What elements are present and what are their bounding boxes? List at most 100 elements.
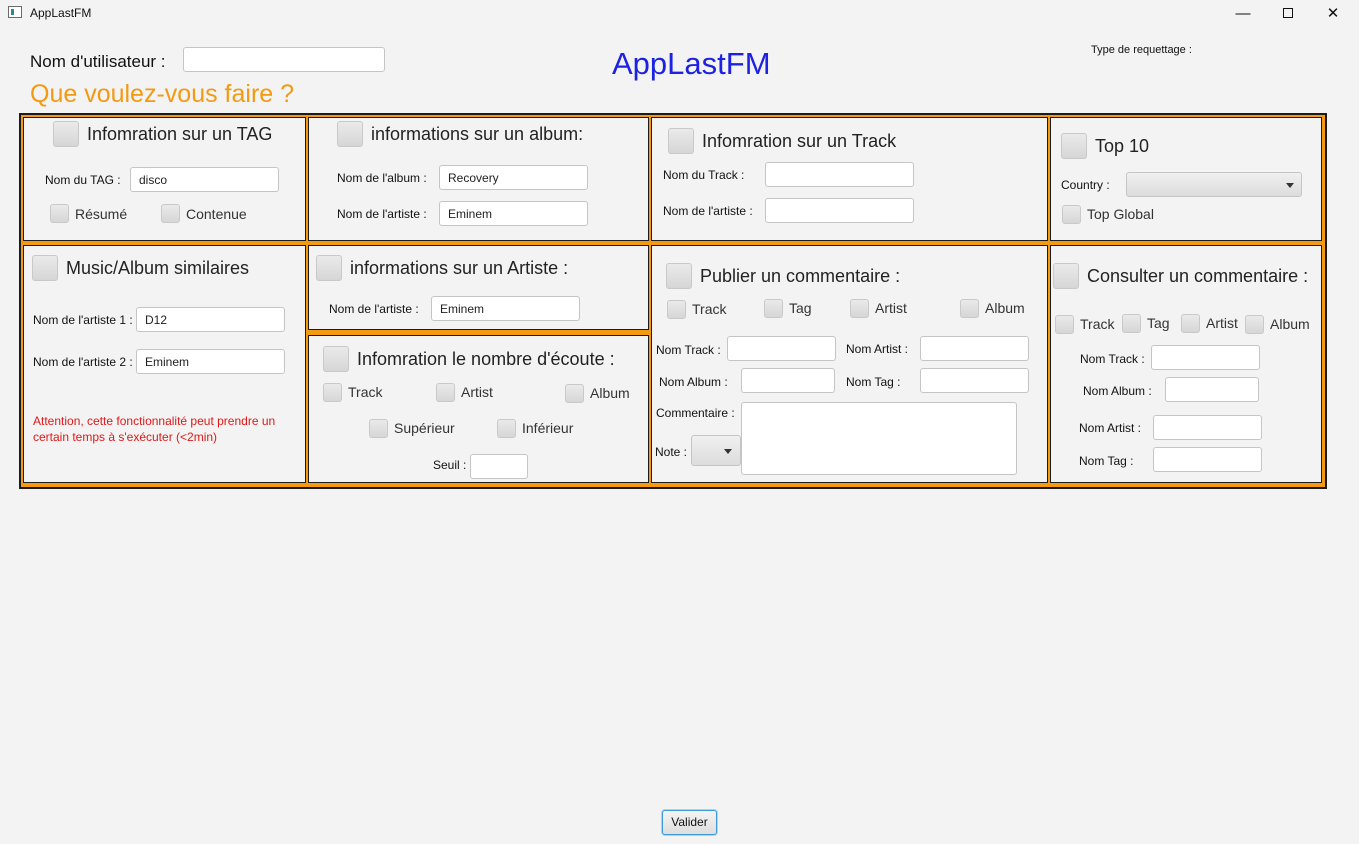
inferior-checkbox[interactable] — [497, 419, 516, 438]
username-input[interactable] — [183, 47, 385, 72]
publish-album-field-label: Nom Album : — [659, 375, 728, 389]
tag-name-label: Nom du TAG : — [45, 173, 121, 187]
listens-track-label: Track — [348, 384, 383, 400]
consult-checkbox[interactable] — [1053, 263, 1079, 289]
listens-artist-label: Artist — [461, 384, 493, 400]
consult-album-input[interactable] — [1165, 377, 1259, 402]
publish-album-input[interactable] — [741, 368, 835, 393]
album-name-input[interactable]: Recovery — [439, 165, 588, 190]
publish-artist-input[interactable] — [920, 336, 1029, 361]
publish-track-input[interactable] — [727, 336, 836, 361]
similar-checkbox[interactable] — [32, 255, 58, 281]
country-select[interactable] — [1126, 172, 1302, 197]
superior-checkbox[interactable] — [369, 419, 388, 438]
tag-name-input[interactable]: disco — [130, 167, 279, 192]
summary-label: Résumé — [75, 206, 128, 222]
note-select[interactable] — [691, 435, 741, 466]
publish-tag-input[interactable] — [920, 368, 1029, 393]
tag-info-checkbox[interactable] — [53, 121, 79, 147]
publish-title: Publier un commentaire : — [700, 266, 901, 286]
consult-tag-input[interactable] — [1153, 447, 1262, 472]
username-label: Nom d'utilisateur : — [30, 52, 166, 71]
publish-track-label: Track — [692, 301, 727, 317]
track-artist-input[interactable] — [765, 198, 914, 223]
artist1-input[interactable]: D12 — [136, 307, 285, 332]
listens-artist-checkbox[interactable] — [436, 383, 455, 402]
consult-album-checkbox[interactable] — [1245, 315, 1264, 334]
artist2-label: Nom de l'artiste 2 : — [33, 355, 133, 369]
track-info-checkbox[interactable] — [668, 128, 694, 154]
publish-artist-checkbox[interactable] — [850, 299, 869, 318]
consult-track-checkbox[interactable] — [1055, 315, 1074, 334]
publish-track-checkbox[interactable] — [667, 300, 686, 319]
album-name-label: Nom de l'album : — [337, 171, 427, 185]
maximize-button[interactable] — [1265, 0, 1311, 26]
consult-album-field-label: Nom Album : — [1083, 384, 1152, 398]
country-label: Country : — [1061, 178, 1110, 192]
listens-title: Infomration le nombre d'écoute : — [357, 349, 615, 369]
minimize-button[interactable]: — — [1220, 0, 1266, 26]
request-type-label: Type de requettage : — [1091, 44, 1192, 56]
top-global-label: Top Global — [1087, 206, 1154, 222]
album-info-title: informations sur un album: — [371, 124, 584, 144]
track-artist-label: Nom de l'artiste : — [663, 204, 753, 218]
publish-tag-label: Tag — [789, 300, 812, 316]
publish-track-field-label: Nom Track : — [656, 343, 721, 357]
track-info-title: Infomration sur un Track — [702, 131, 897, 151]
comment-textarea[interactable] — [741, 402, 1017, 475]
close-button[interactable]: ✕ — [1310, 0, 1356, 26]
publish-tag-checkbox[interactable] — [764, 299, 783, 318]
artist1-label: Nom de l'artiste 1 : — [33, 313, 133, 327]
consult-tag-field-label: Nom Tag : — [1079, 454, 1134, 468]
publish-album-checkbox[interactable] — [960, 299, 979, 318]
consult-title: Consulter un commentaire : — [1087, 266, 1309, 286]
listens-album-label: Album — [590, 385, 630, 401]
listens-checkbox[interactable] — [323, 346, 349, 372]
close-icon: ✕ — [1326, 5, 1340, 22]
consult-track-field-label: Nom Track : — [1080, 352, 1145, 366]
tag-info-title: Infomration sur un TAG — [87, 124, 273, 144]
artist-info-label: Nom de l'artiste : — [329, 302, 419, 316]
consult-artist-input[interactable] — [1153, 415, 1262, 440]
consult-track-input[interactable] — [1151, 345, 1260, 370]
similar-title: Music/Album similaires — [66, 258, 250, 278]
note-label: Note : — [655, 445, 688, 459]
track-name-input[interactable] — [765, 162, 914, 187]
threshold-label: Seuil : — [433, 458, 467, 472]
consult-artist-checkbox[interactable] — [1181, 314, 1200, 333]
top-global-checkbox[interactable] — [1062, 205, 1081, 224]
artist-info-input[interactable]: Eminem — [431, 296, 580, 321]
maximize-icon — [1283, 8, 1293, 18]
consult-tag-label: Tag — [1147, 315, 1170, 331]
window-title: AppLastFM — [30, 6, 92, 20]
publish-checkbox[interactable] — [666, 263, 692, 289]
threshold-input[interactable] — [470, 454, 528, 479]
top10-checkbox[interactable] — [1061, 133, 1087, 159]
publish-tag-field-label: Nom Tag : — [846, 375, 901, 389]
consult-album-label: Album — [1270, 316, 1310, 332]
content-checkbox[interactable] — [161, 204, 180, 223]
artist-info-title: informations sur un Artiste : — [350, 258, 569, 278]
question-heading: Que voulez-vous faire ? — [30, 80, 295, 108]
listens-album-checkbox[interactable] — [565, 384, 584, 403]
chevron-down-icon — [724, 449, 732, 454]
minimize-icon: — — [1235, 4, 1251, 22]
album-artist-input[interactable]: Eminem — [439, 201, 588, 226]
publish-artist-label: Artist — [875, 300, 907, 316]
comment-label: Commentaire : — [656, 406, 735, 420]
track-name-label: Nom du Track : — [663, 168, 745, 182]
album-artist-label: Nom de l'artiste : — [337, 207, 427, 221]
artist-info-checkbox[interactable] — [316, 255, 342, 281]
consult-artist-field-label: Nom Artist : — [1079, 421, 1142, 435]
artist2-input[interactable]: Eminem — [136, 349, 285, 374]
superior-label: Supérieur — [394, 420, 455, 436]
album-info-checkbox[interactable] — [337, 121, 363, 147]
listens-track-checkbox[interactable] — [323, 383, 342, 402]
title-bar — [0, 0, 1359, 26]
chevron-down-icon — [1286, 183, 1294, 188]
consult-tag-checkbox[interactable] — [1122, 314, 1141, 333]
submit-button[interactable]: Valider — [662, 810, 717, 835]
inferior-label: Inférieur — [522, 420, 574, 436]
summary-checkbox[interactable] — [50, 204, 69, 223]
top10-title: Top 10 — [1095, 136, 1150, 156]
